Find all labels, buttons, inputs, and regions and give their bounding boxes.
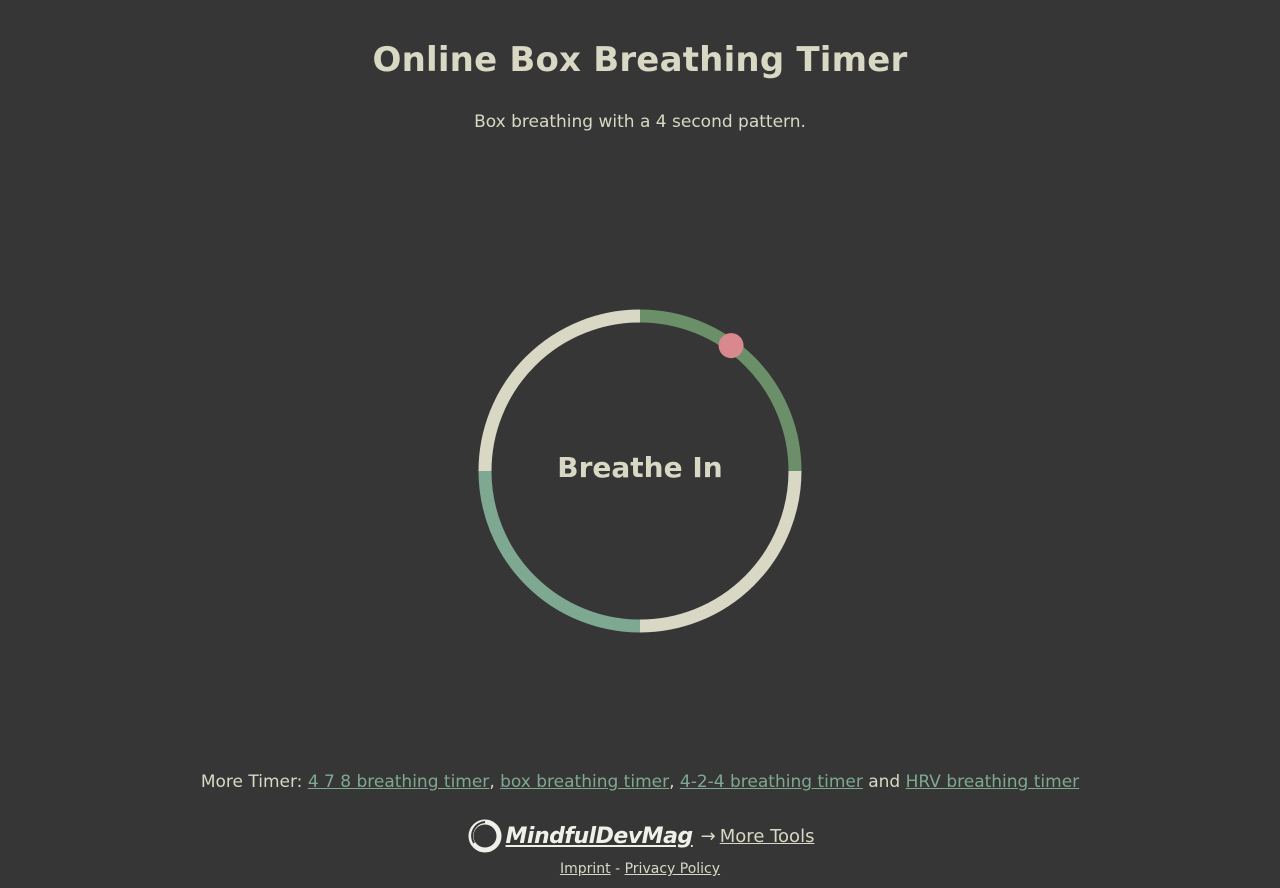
more-timers-prefix: More Timer: — [200, 772, 303, 792]
mindfuldevmag-logo[interactable]: MindfulDevMag — [466, 817, 693, 855]
more-tools-link[interactable]: More Tools — [720, 826, 815, 847]
conjunction: and — [868, 772, 901, 792]
legal-separator: - — [615, 861, 621, 877]
arrow-icon: → — [700, 825, 716, 847]
phase-label: Breathe In — [557, 451, 723, 484]
link-424-timer[interactable]: 4-2-4 breathing timer — [680, 772, 863, 792]
separator-comma: , — [489, 772, 495, 792]
ring-segment-top-right — [639, 309, 802, 472]
ring-segment-top-left — [478, 309, 641, 472]
separator-comma: , — [669, 772, 675, 792]
ring-logo-icon — [468, 819, 502, 853]
page-title: Online Box Breathing Timer — [372, 40, 908, 80]
legal-links: Imprint - Privacy Policy — [0, 861, 1280, 877]
ring-segment-bottom-left — [478, 470, 641, 633]
ring-segment-bottom-right — [639, 470, 802, 633]
progress-indicator — [718, 333, 744, 359]
brand-row: MindfulDevMag → More Tools — [0, 816, 1280, 856]
page-subtitle: Box breathing with a 4 second pattern. — [474, 112, 806, 132]
link-478-timer[interactable]: 4 7 8 breathing timer — [308, 772, 489, 792]
imprint-link[interactable]: Imprint — [560, 861, 611, 877]
page: Online Box Breathing Timer Box breathing… — [0, 0, 1280, 888]
privacy-policy-link[interactable]: Privacy Policy — [625, 861, 720, 877]
logo-text: MindfulDevMag — [505, 823, 694, 849]
more-timers: More Timer: 4 7 8 breathing timer, box b… — [0, 772, 1280, 792]
link-box-breathing-timer[interactable]: box breathing timer — [500, 772, 669, 792]
link-hrv-timer[interactable]: HRV breathing timer — [906, 772, 1080, 792]
breathing-timer: Breathe In — [470, 301, 810, 641]
